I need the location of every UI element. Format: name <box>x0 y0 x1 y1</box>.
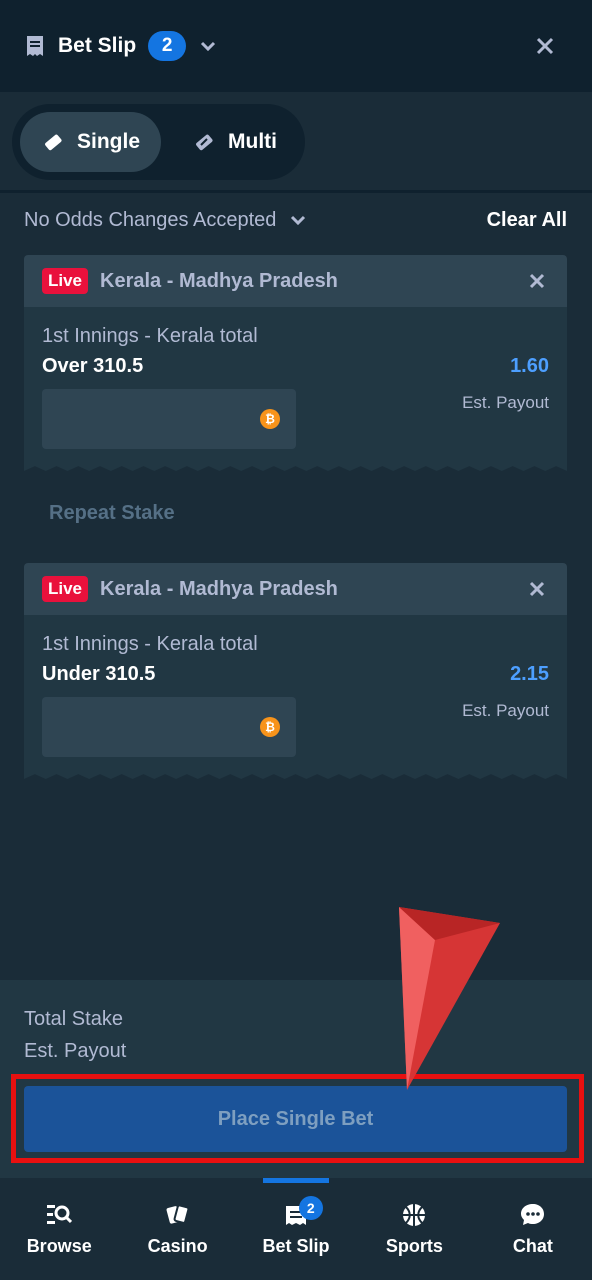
tab-label: Sports <box>385 1236 443 1256</box>
est-payout-label: Est. Payout <box>462 701 549 720</box>
close-icon[interactable] <box>532 33 558 59</box>
divider <box>0 190 592 193</box>
close-icon[interactable] <box>527 271 547 291</box>
multi-ticket-icon <box>196 134 213 151</box>
tab-label: Browse <box>26 1236 92 1256</box>
multi-mode-button[interactable]: Multi <box>172 112 297 172</box>
match-name[interactable]: Kerala - Madhya Pradesh <box>100 578 338 601</box>
cards-icon <box>166 1204 190 1224</box>
stake-input[interactable]: ₿ <box>42 389 296 449</box>
odds-preference-dropdown[interactable]: No Odds Changes Accepted <box>24 209 306 232</box>
stake-input[interactable]: ₿ <box>42 697 296 757</box>
pointer-arrow-icon <box>399 907 500 1090</box>
bottom-tab-bar: Browse Casino 2 Bet Slip Sports Chat <box>0 1178 592 1280</box>
bet-card: Live Kerala - Madhya Pradesh 1st Innings… <box>24 255 567 471</box>
tab-label: Chat <box>512 1236 553 1256</box>
total-stake-label: Total Stake <box>24 1008 123 1030</box>
chevron-down-icon[interactable] <box>198 36 218 56</box>
betslip-header: Bet Slip 2 <box>0 0 592 92</box>
basketball-icon <box>403 1204 426 1226</box>
live-badge: Live <box>42 576 89 602</box>
bitcoin-icon: ₿ <box>260 717 280 737</box>
tab-label: Bet Slip <box>262 1236 330 1256</box>
bet-card-body: 1st Innings - Kerala total Under 310.5 2… <box>24 615 567 779</box>
tab-browse[interactable]: Browse <box>0 1178 118 1280</box>
betslip-count-badge: 2 <box>148 31 187 61</box>
betslip-content: Single Multi No Odds Changes Accepted Cl… <box>0 92 592 980</box>
tab-label: Casino <box>147 1236 208 1256</box>
market-name: 1st Innings - Kerala total <box>42 633 258 655</box>
match-name[interactable]: Kerala - Madhya Pradesh <box>100 270 338 293</box>
tab-casino[interactable]: Casino <box>118 1178 236 1280</box>
selection-name: Under 310.5 <box>42 663 156 685</box>
odds-value: 2.15 <box>510 663 549 685</box>
est-payout-label: Est. Payout <box>462 393 549 412</box>
active-tab-indicator <box>262 1178 329 1183</box>
bet-card-header: Live Kerala - Madhya Pradesh <box>24 563 567 615</box>
betslip-title: Bet Slip <box>58 34 137 57</box>
selection-name: Over 310.5 <box>42 355 144 377</box>
chevron-down-icon <box>291 215 306 225</box>
tab-chat[interactable]: Chat <box>474 1178 592 1280</box>
multi-mode-label: Multi <box>228 130 277 153</box>
betslip-tab-badge: 2 <box>298 1196 323 1220</box>
repeat-stake-button[interactable]: Repeat Stake <box>49 502 175 525</box>
odds-value: 1.60 <box>510 355 549 377</box>
odds-preference-row: No Odds Changes Accepted Clear All <box>24 204 567 236</box>
close-icon[interactable] <box>527 579 547 599</box>
chat-icon <box>520 1204 544 1225</box>
market-name: 1st Innings - Kerala total <box>42 325 258 347</box>
bet-card-header: Live Kerala - Madhya Pradesh <box>24 255 567 307</box>
odds-preference-label: No Odds Changes Accepted <box>24 208 277 231</box>
live-badge: Live <box>42 268 89 294</box>
bet-card-body: 1st Innings - Kerala total Over 310.5 1.… <box>24 307 567 471</box>
browse-icon <box>47 1205 73 1224</box>
bitcoin-icon: ₿ <box>260 409 280 429</box>
single-mode-label: Single <box>76 130 140 153</box>
tab-sports[interactable]: Sports <box>355 1178 473 1280</box>
est-payout-summary-label: Est. Payout <box>24 1040 127 1062</box>
betslip-icon <box>24 35 46 57</box>
single-mode-button[interactable]: Single <box>20 112 161 172</box>
clear-all-button[interactable]: Clear All <box>487 209 567 232</box>
bet-card: Live Kerala - Madhya Pradesh 1st Innings… <box>24 563 567 779</box>
tab-bet-slip[interactable]: 2 Bet Slip <box>237 1178 355 1280</box>
bet-mode-toggle: Single Multi <box>12 104 305 180</box>
ticket-icon <box>45 134 62 151</box>
